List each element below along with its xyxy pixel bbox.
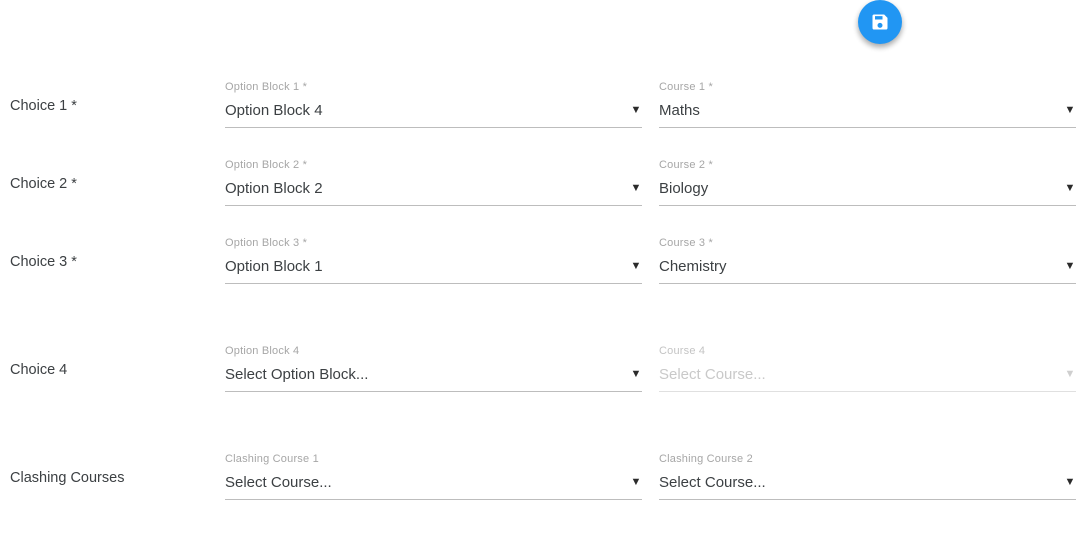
select-option-block-4[interactable]: Select Option Block... ▼ — [225, 365, 642, 392]
select-course-4: Select Course... ▼ — [659, 365, 1076, 392]
select-clashing-course-1[interactable]: Select Course... ▼ — [225, 473, 642, 500]
field-label-course-3: Course 3 * — [659, 237, 713, 249]
field-clashing-course-1: Clashing Course 1 Select Course... ▼ — [225, 452, 642, 500]
select-course-3[interactable]: Chemistry ▼ — [659, 257, 1076, 284]
form-row-choice-2: Choice 2 * Option Block 2 * Option Block… — [0, 159, 1089, 238]
save-button[interactable] — [858, 0, 902, 44]
save-button-container — [858, 0, 902, 44]
row-label-choice-3: Choice 3 * — [10, 254, 77, 270]
select-value-course-3: Chemistry — [659, 258, 727, 275]
field-label-option-block-4: Option Block 4 — [225, 345, 300, 357]
field-course-4: Course 4 Select Course... ▼ — [659, 344, 1076, 392]
row-label-choice-2: Choice 2 * — [10, 176, 77, 192]
select-option-block-3[interactable]: Option Block 1 ▼ — [225, 257, 642, 284]
row-label-choice-4: Choice 4 — [10, 362, 68, 378]
form-row-choice-4: Choice 4 Option Block 4 Select Option Bl… — [0, 345, 1089, 424]
select-value-clashing-course-2: Select Course... — [659, 474, 766, 491]
field-label-option-block-3: Option Block 3 * — [225, 237, 308, 249]
select-value-option-block-3: Option Block 1 — [225, 258, 323, 275]
select-course-1[interactable]: Maths ▼ — [659, 101, 1076, 128]
field-label-clashing-course-1: Clashing Course 1 — [225, 453, 319, 465]
field-course-3: Course 3 * Chemistry ▼ — [659, 236, 1076, 284]
select-value-course-1: Maths — [659, 102, 700, 119]
field-clashing-course-2: Clashing Course 2 Select Course... ▼ — [659, 452, 1076, 500]
row-label-clashing-courses: Clashing Courses — [10, 470, 125, 486]
field-label-course-4: Course 4 — [659, 345, 706, 357]
floppy-disk-save-icon — [870, 12, 890, 32]
field-course-1: Course 1 * Maths ▼ — [659, 80, 1076, 128]
select-value-course-2: Biology — [659, 180, 709, 197]
field-label-course-2: Course 2 * — [659, 159, 713, 171]
field-course-2: Course 2 * Biology ▼ — [659, 158, 1076, 206]
select-value-option-block-1: Option Block 4 — [225, 102, 323, 119]
field-option-block-2: Option Block 2 * Option Block 2 ▼ — [225, 158, 642, 206]
select-value-course-4: Select Course... — [659, 366, 766, 383]
select-clashing-course-2[interactable]: Select Course... ▼ — [659, 473, 1076, 500]
select-option-block-1[interactable]: Option Block 4 ▼ — [225, 101, 642, 128]
form-row-choice-3: Choice 3 * Option Block 3 * Option Block… — [0, 237, 1089, 316]
select-course-2[interactable]: Biology ▼ — [659, 179, 1076, 206]
field-option-block-1: Option Block 1 * Option Block 4 ▼ — [225, 80, 642, 128]
select-option-block-2[interactable]: Option Block 2 ▼ — [225, 179, 642, 206]
field-label-option-block-2: Option Block 2 * — [225, 159, 308, 171]
field-label-course-1: Course 1 * — [659, 81, 713, 93]
field-option-block-4: Option Block 4 Select Option Block... ▼ — [225, 344, 642, 392]
form-row-choice-1: Choice 1 * Option Block 1 * Option Block… — [0, 81, 1089, 160]
select-value-clashing-course-1: Select Course... — [225, 474, 332, 491]
field-label-option-block-1: Option Block 1 * — [225, 81, 308, 93]
field-option-block-3: Option Block 3 * Option Block 1 ▼ — [225, 236, 642, 284]
select-value-option-block-4: Select Option Block... — [225, 366, 369, 383]
field-label-clashing-course-2: Clashing Course 2 — [659, 453, 753, 465]
row-label-choice-1: Choice 1 * — [10, 98, 77, 114]
select-value-option-block-2: Option Block 2 — [225, 180, 323, 197]
form-row-clashing-courses: Clashing Courses Clashing Course 1 Selec… — [0, 453, 1089, 532]
